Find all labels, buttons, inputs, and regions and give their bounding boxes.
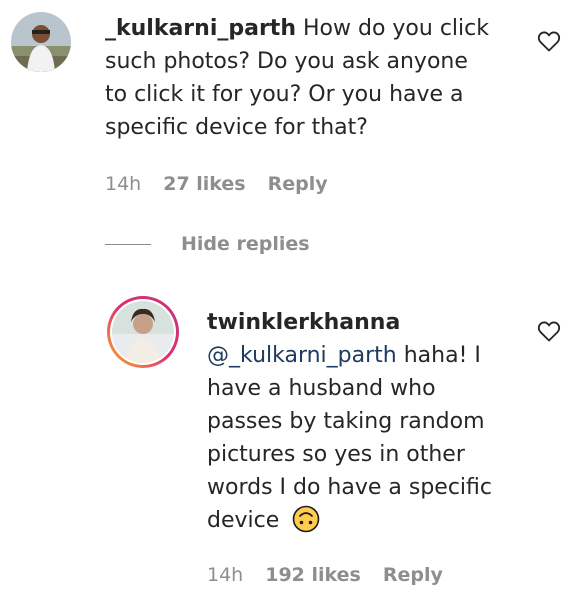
reply-text-line-2: passes by taking random (207, 409, 485, 434)
reply-text: twinklerkhanna @_kulkarni_parth haha! I … (207, 306, 537, 537)
reply-text-line-1: have a husband who (207, 376, 436, 401)
hide-replies-button[interactable]: Hide replies (105, 233, 310, 255)
divider-line (105, 243, 151, 245)
comment-reply-button[interactable]: Reply (268, 173, 328, 195)
reply-timestamp: 14h (207, 564, 244, 586)
upside-down-face-icon (292, 505, 320, 533)
reply-username[interactable]: twinklerkhanna (207, 310, 400, 335)
comment-timestamp: 14h (105, 173, 142, 195)
avatar (107, 296, 179, 368)
reply-like-heart-icon[interactable] (537, 320, 561, 342)
reply-text-line-3: pictures so yes in other (207, 442, 465, 467)
reply-mention-link[interactable]: @_kulkarni_parth (207, 343, 397, 368)
reply-text-first: haha! I (403, 343, 481, 368)
avatar[interactable] (11, 12, 71, 72)
reply-text-line-4: words I do have a specific (207, 475, 493, 500)
reply-text-line-5: device (207, 508, 280, 533)
like-heart-icon[interactable] (537, 30, 561, 52)
comment-text-line-4: specific device for that? (105, 115, 368, 140)
reply-meta: 14h 192 likes Reply (207, 564, 443, 586)
reply-likes-count[interactable]: 192 likes (265, 564, 361, 586)
comment-likes-count[interactable]: 27 likes (163, 173, 245, 195)
hide-replies-label: Hide replies (181, 233, 310, 255)
comment-meta: 14h 27 likes Reply (105, 173, 328, 195)
comment-text-line-3: to click it for you? Or you have a (105, 82, 464, 107)
comment-text-line-1: How do you click (303, 16, 489, 41)
comment-text: _kulkarni_parth How do you click such ph… (105, 12, 525, 144)
comment-text-line-2: such photos? Do you ask anyone (105, 49, 468, 74)
user-avatar-photo (11, 12, 71, 72)
comment-username[interactable]: _kulkarni_parth (105, 16, 296, 41)
reply-reply-button[interactable]: Reply (383, 564, 443, 586)
story-ring-avatar[interactable] (105, 294, 181, 370)
